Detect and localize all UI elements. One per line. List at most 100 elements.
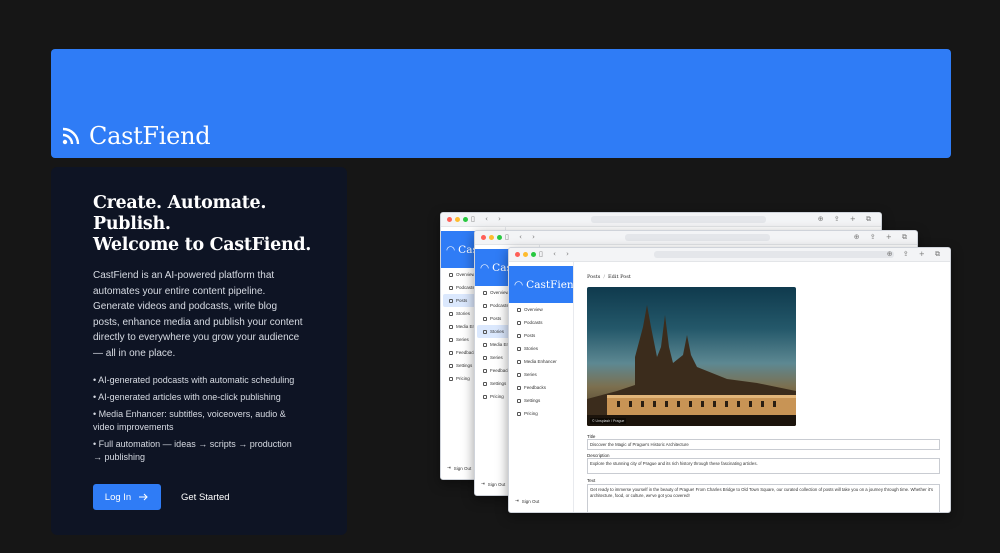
mic-icon — [517, 320, 521, 325]
sidebar-item-label: Settings — [490, 381, 507, 386]
sidebar-logo-text: CastFiend — [526, 278, 573, 291]
rss-icon: ◠ — [514, 278, 524, 291]
breadcrumb-current: Edit Post — [608, 274, 631, 280]
sidebar-item-label: Settings — [524, 398, 541, 403]
sidebar-item-label: Stories — [456, 311, 471, 316]
get-started-button[interactable]: Get Started — [181, 492, 230, 503]
nav-arrows-icon: ▯ ‹ › — [505, 233, 539, 241]
sidebar-item-stories: Stories — [511, 342, 571, 355]
rss-icon — [62, 127, 80, 145]
video-icon — [517, 359, 521, 364]
window-controls — [447, 217, 468, 222]
sidebar-item-feedbacks: Feedbacks — [511, 381, 571, 394]
sidebar-item-label: Pricing — [456, 376, 470, 381]
sidebar: ◠CastFiend Overview Podcasts Posts Stori… — [509, 262, 574, 512]
nav-arrows-icon: ▯ ‹ › — [539, 250, 573, 258]
sidebar-item-settings: Settings — [511, 394, 571, 407]
doc-icon — [449, 298, 453, 303]
sidebar-item-label: Media Enhancer — [524, 359, 557, 364]
sidebar-item-label: Series — [524, 372, 537, 377]
sidebar-item-label: Podcasts — [490, 303, 509, 308]
gear-icon — [483, 381, 487, 386]
sidebar-item-label: Posts — [490, 316, 502, 321]
chat-icon — [449, 350, 453, 355]
sidebar-item-podcasts: Podcasts — [511, 316, 571, 329]
layers-icon — [483, 355, 487, 360]
video-icon — [483, 342, 487, 347]
grid-icon — [517, 307, 521, 312]
mic-icon — [483, 303, 487, 308]
sidebar-item-label: Pricing — [490, 394, 504, 399]
url-bar — [654, 251, 894, 258]
url-bar — [625, 234, 770, 241]
edit-post-view: Posts / Edit Post © Unsplash / Prague Titl… — [587, 262, 950, 512]
browser-toolbar: ▯ ‹ › ⊕ ⇪ + ⧉ — [509, 248, 950, 262]
sidebar-item-label: Podcasts — [524, 320, 543, 325]
doc-icon — [517, 333, 521, 338]
sign-out-label: Sign Out — [487, 481, 506, 487]
text-label: Text — [587, 478, 596, 483]
sign-out-link: ⇥ Sign Out — [447, 465, 471, 471]
sidebar-item-label: Stories — [524, 346, 539, 351]
mic-icon — [449, 285, 453, 290]
feature-item: • AI-generated podcasts with automatic s… — [93, 375, 295, 385]
login-button[interactable]: Log In — [93, 484, 161, 510]
feature-item: • Media Enhancer: subtitles, voiceovers,… — [93, 409, 286, 432]
sidebar-item-label: Posts — [524, 333, 536, 338]
sidebar-logo: ◠CastFiend — [509, 266, 573, 303]
description-input: Explore the stunning city of Prague and … — [587, 458, 940, 474]
url-bar — [591, 216, 766, 223]
breadcrumb-separator: / — [603, 274, 606, 280]
sidebar-item-label: Series — [490, 355, 503, 360]
layers-icon — [517, 372, 521, 377]
logout-icon: ⇥ — [481, 481, 485, 486]
hero-title: Create. Automate. Publish. Welcome to Ca… — [93, 193, 347, 256]
browser-mockup-front: ▯ ‹ › ⊕ ⇪ + ⧉ ◠CastFiend Overview Podcas… — [508, 247, 951, 513]
cta-row: Log In Get Started — [93, 484, 230, 510]
rss-icon: ◠ — [480, 261, 490, 274]
post-cover-image: © Unsplash / Prague — [587, 287, 796, 426]
window-controls — [481, 235, 502, 240]
app-view: ◠CastFiend Overview Podcasts Posts Stori… — [509, 262, 950, 512]
grid-icon — [483, 290, 487, 295]
video-icon — [449, 324, 453, 329]
sign-out-link: ⇥ Sign Out — [481, 481, 505, 487]
browser-toolbar: ▯ ‹ › ⊕ ⇪ + ⧉ — [441, 213, 881, 227]
toolbar-icons: ⊕ ⇪ + ⧉ — [817, 215, 875, 223]
grid-icon — [449, 272, 453, 277]
prague-church-illustration — [587, 305, 796, 426]
rss-icon: ◠ — [446, 243, 456, 256]
sidebar-item-posts: Posts — [511, 329, 571, 342]
title-input: Discover the Magic of Prague's Historic … — [587, 439, 940, 450]
logout-icon: ⇥ — [447, 465, 451, 470]
brand-name: CastFiend — [89, 122, 211, 150]
feature-list: • AI-generated podcasts with automatic s… — [93, 374, 347, 464]
sidebar-item-label: Stories — [490, 329, 505, 334]
sidebar-item-label: Series — [456, 337, 469, 342]
card-icon — [517, 411, 521, 416]
film-icon — [483, 329, 487, 334]
toolbar-icons: ⊕ ⇪ + ⧉ — [853, 233, 911, 241]
sidebar-item-label: Posts — [456, 298, 468, 303]
sidebar-item-label: Overview — [524, 307, 543, 312]
card-icon — [449, 376, 453, 381]
logout-icon: ⇥ — [515, 498, 519, 503]
photo-caption: © Unsplash / Prague — [590, 418, 627, 424]
sidebar-item-label: Podcasts — [456, 285, 475, 290]
login-label: Log In — [104, 491, 132, 503]
sidebar-item-media-enhancer: Media Enhancer — [511, 355, 571, 368]
browser-toolbar: ▯ ‹ › ⊕ ⇪ + ⧉ — [475, 231, 917, 245]
doc-icon — [483, 316, 487, 321]
sidebar-item-label: Overview — [490, 290, 509, 295]
header-banner: CastFiend — [51, 49, 951, 158]
window-controls — [515, 252, 536, 257]
sidebar-item-series: Series — [511, 368, 571, 381]
nav-arrows-icon: ▯ ‹ › — [471, 215, 505, 223]
sidebar-item-label: Settings — [456, 363, 473, 368]
sidebar-item-pricing: Pricing — [511, 407, 571, 420]
sidebar-item-label: Feedbacks — [524, 385, 547, 390]
gear-icon — [517, 398, 521, 403]
sidebar-item-label: Pricing — [524, 411, 538, 416]
hero-title-line: Create. Automate. — [93, 193, 267, 213]
brand-logo[interactable]: CastFiend — [61, 122, 211, 150]
